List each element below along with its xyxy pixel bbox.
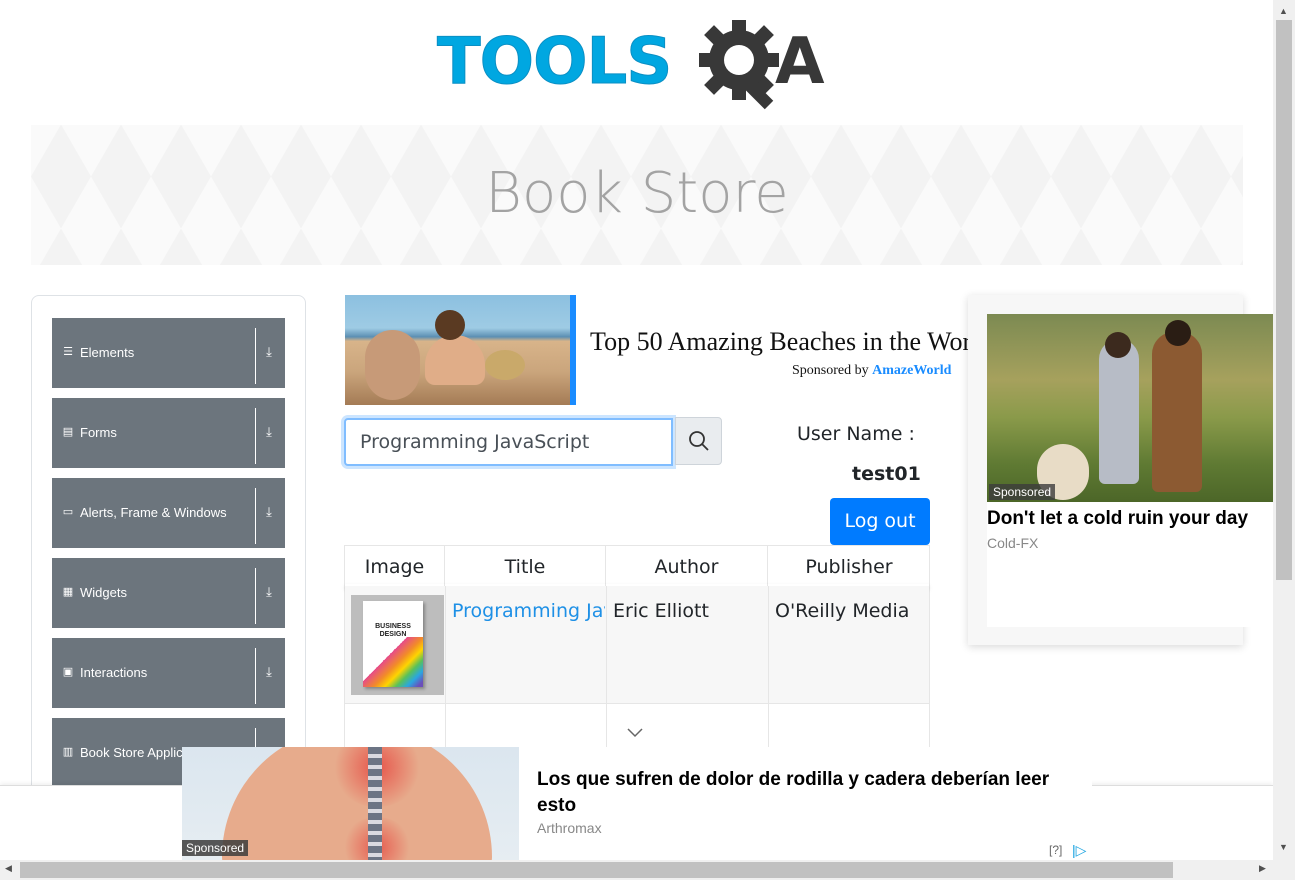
scrollbar-thumb[interactable] xyxy=(20,862,1173,878)
book-author: Eric Elliott xyxy=(613,600,709,622)
download-icon: ⤓ xyxy=(266,344,272,359)
page-banner: Book Store xyxy=(31,125,1243,265)
vertical-scrollbar[interactable]: ▲ ▼ xyxy=(1273,0,1295,860)
sidebar-group-label: Widgets xyxy=(80,585,127,600)
beach-ad-title: Top 50 Amazing Beaches in the World xyxy=(590,327,975,356)
divider xyxy=(255,648,256,704)
table-row: BUSINESS DESIGN Programming JavaScript A… xyxy=(345,586,929,704)
user-name-label: User Name : xyxy=(797,423,915,445)
sponsored-badge: Sponsored xyxy=(989,484,1056,500)
window-icon: ▭ xyxy=(62,506,74,518)
download-icon: ⤓ xyxy=(266,664,272,679)
download-icon: ⤓ xyxy=(266,584,272,599)
sidebar-group-label: Elements xyxy=(80,345,135,360)
horizontal-scrollbar[interactable]: ◀ ▶ xyxy=(0,860,1295,880)
knee-ad-image: Sponsored xyxy=(182,747,519,860)
sidebar-group-interactions[interactable]: ▣ Interactions ⤓ xyxy=(52,638,285,708)
widgets-icon: ▦ xyxy=(62,586,74,598)
sidebar-group-label: Interactions xyxy=(80,665,148,680)
download-icon: ⤓ xyxy=(266,424,272,439)
logo-letter-a: A xyxy=(775,25,825,99)
cold-ad-title: Don't let a cold ruin your day xyxy=(987,508,1249,529)
user-name-value: test01 xyxy=(852,463,921,485)
scrollbar-thumb[interactable] xyxy=(1276,20,1292,580)
sidebar-group-label: Book Store Applicati xyxy=(80,745,197,760)
page-title: Book Store xyxy=(485,161,789,226)
book-publisher: O'Reilly Media xyxy=(775,600,910,622)
cold-ad-image: Sponsored xyxy=(987,314,1275,502)
logo-text: TOOLS xyxy=(436,25,672,99)
chevron-down-icon[interactable] xyxy=(627,728,643,738)
books-icon: ▥ xyxy=(62,746,74,758)
cold-ad-source: Cold-FX xyxy=(987,535,1039,551)
scroll-down-icon[interactable]: ▼ xyxy=(1279,842,1288,852)
form-icon: ▤ xyxy=(62,426,74,438)
sidebar-group-label: Forms xyxy=(80,425,117,440)
sidebar-group-widgets[interactable]: ▦ Widgets ⤓ xyxy=(52,558,285,628)
scroll-up-icon[interactable]: ▲ xyxy=(1279,6,1288,16)
books-table: Image Title Author Publisher BUSINESS DE… xyxy=(344,545,930,761)
column-header-image[interactable]: Image xyxy=(345,546,445,586)
knee-ad[interactable]: Sponsored Los que sufren de dolor de rod… xyxy=(182,747,1092,860)
sponsored-badge: Sponsored xyxy=(182,840,249,856)
sidebar-group-forms[interactable]: ▤ Forms ⤓ xyxy=(52,398,285,468)
beach-ad[interactable]: Top 50 Amazing Beaches in the World Spon… xyxy=(345,295,975,405)
knee-ad-source: Arthromax xyxy=(537,820,602,836)
download-icon: ⤓ xyxy=(266,504,272,519)
sponsored-by-text: Sponsored by xyxy=(792,363,869,378)
scroll-left-icon[interactable]: ◀ xyxy=(5,863,12,874)
divider xyxy=(255,488,256,544)
ad-accent-bar xyxy=(570,295,576,405)
logout-button[interactable]: Log out xyxy=(830,498,930,545)
sidebar-group-label: Alerts, Frame & Windows xyxy=(80,505,227,520)
column-header-author[interactable]: Author xyxy=(606,546,768,586)
cold-ad[interactable]: Sponsored Don't let a cold ruin your day… xyxy=(968,295,1275,645)
sidebar-group-elements[interactable]: ☰ Elements ⤓ xyxy=(52,318,285,388)
interactions-icon: ▣ xyxy=(62,666,74,678)
beach-ad-image xyxy=(345,295,570,405)
divider xyxy=(255,328,256,384)
adchoices-icon[interactable]: |▷ xyxy=(1072,842,1086,859)
sidebar: ☰ Elements ⤓ ▤ Forms ⤓ ▭ Alerts, Frame &… xyxy=(31,295,306,815)
sponsor-name: AmazeWorld xyxy=(872,363,952,378)
hamburger-icon: ☰ xyxy=(63,346,73,358)
toolsqa-logo[interactable]: TOOLS A xyxy=(436,20,842,112)
beach-ad-sponsor: Sponsored by AmazeWorld xyxy=(792,363,951,379)
divider xyxy=(255,408,256,464)
column-header-title[interactable]: Title xyxy=(445,546,606,586)
search-input[interactable] xyxy=(344,418,673,466)
book-cover-image: BUSINESS DESIGN xyxy=(351,595,444,695)
ad-info-link[interactable]: [?] xyxy=(1049,843,1062,857)
book-title-link[interactable]: Programming JavaScript Applications xyxy=(452,600,605,622)
search-button[interactable] xyxy=(675,417,722,465)
sidebar-group-alerts[interactable]: ▭ Alerts, Frame & Windows ⤓ xyxy=(52,478,285,548)
knee-ad-title: Los que sufren de dolor de rodilla y cad… xyxy=(537,769,1050,816)
divider xyxy=(255,568,256,624)
search-icon xyxy=(689,431,709,451)
column-header-publisher[interactable]: Publisher xyxy=(768,546,930,586)
scroll-right-icon[interactable]: ▶ xyxy=(1259,863,1266,874)
